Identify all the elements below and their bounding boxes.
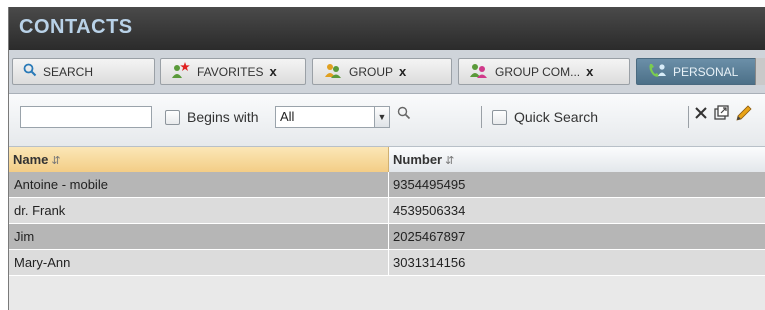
tab-label: FAVORITES xyxy=(197,64,264,79)
search-input[interactable] xyxy=(20,106,152,128)
contact-name: Antoine - mobile xyxy=(14,177,108,192)
tab-search[interactable]: SEARCH xyxy=(12,58,155,85)
quick-search-label: Quick Search xyxy=(514,109,599,125)
group-common-icon xyxy=(469,61,489,82)
toolbar-divider xyxy=(688,106,689,128)
panel-title: CONTACTS xyxy=(19,16,133,38)
table-row[interactable]: dr. Frank 4539506334 xyxy=(9,198,765,224)
filter-select[interactable]: All ▼ xyxy=(275,106,390,128)
column-header-number[interactable]: Number ⇵ xyxy=(389,147,765,172)
contact-name: dr. Frank xyxy=(14,203,66,218)
close-icon[interactable]: x xyxy=(269,64,276,79)
contact-name: Mary-Ann xyxy=(14,255,71,270)
begins-with-label: Begins with xyxy=(187,109,259,125)
begins-with-checkbox[interactable] xyxy=(165,110,180,125)
tab-group-common[interactable]: GROUP COM... x xyxy=(458,58,630,85)
tab-personal[interactable]: PERSONAL xyxy=(636,58,758,85)
contacts-panel: CONTACTS SEARCH FAVORITES x GROUP x GROU… xyxy=(8,7,765,310)
table-row[interactable]: Antoine - mobile 9354495495 xyxy=(9,172,765,198)
tab-favorites[interactable]: FAVORITES x xyxy=(160,58,306,85)
contact-number: 4539506334 xyxy=(393,203,466,218)
contact-number: 3031314156 xyxy=(393,255,466,270)
cell-divider xyxy=(388,250,389,275)
column-header-label: Name xyxy=(13,152,49,167)
chevron-down-icon[interactable]: ▼ xyxy=(374,107,389,127)
group-people-icon xyxy=(323,61,343,82)
table-row[interactable]: Mary-Ann 3031314156 xyxy=(9,250,765,276)
search-icon[interactable] xyxy=(397,105,411,124)
table-header: Name ⇵ Number ⇵ xyxy=(9,146,765,173)
favorites-people-icon xyxy=(171,61,191,82)
popout-icon[interactable] xyxy=(714,105,729,124)
table-row[interactable]: Jim 2025467897 xyxy=(9,224,765,250)
cell-divider xyxy=(388,198,389,223)
delete-icon[interactable] xyxy=(694,105,708,124)
column-header-name[interactable]: Name ⇵ xyxy=(9,147,389,172)
contact-name: Jim xyxy=(14,229,35,244)
magnifier-icon xyxy=(23,63,37,80)
tab-label: PERSONAL xyxy=(673,64,739,79)
edit-pencil-icon[interactable] xyxy=(734,103,754,127)
column-header-label: Number xyxy=(393,152,443,167)
toolbar-divider xyxy=(481,106,482,128)
title-bar: CONTACTS xyxy=(9,7,765,50)
tab-scroll-arrow[interactable] xyxy=(755,58,765,85)
contact-number: 2025467897 xyxy=(393,229,466,244)
tab-strip: SEARCH FAVORITES x GROUP x GROUP COM... … xyxy=(9,50,765,94)
tab-group[interactable]: GROUP x xyxy=(312,58,452,85)
close-icon[interactable]: x xyxy=(399,64,406,79)
quick-search-checkbox[interactable] xyxy=(492,110,507,125)
sort-icon: ⇵ xyxy=(51,155,61,167)
tab-label: GROUP xyxy=(349,64,394,79)
search-toolbar: Begins with All ▼ Quick Search xyxy=(9,94,765,146)
sort-icon: ⇵ xyxy=(445,155,455,167)
personal-phone-icon xyxy=(647,61,667,82)
cell-divider xyxy=(388,172,389,197)
cell-divider xyxy=(388,224,389,249)
close-icon[interactable]: x xyxy=(586,64,593,79)
tab-label: SEARCH xyxy=(43,64,94,79)
contact-number: 9354495495 xyxy=(393,177,466,192)
table-empty-area xyxy=(9,276,765,310)
tab-label: GROUP COM... xyxy=(495,64,581,79)
filter-value: All xyxy=(280,109,295,124)
